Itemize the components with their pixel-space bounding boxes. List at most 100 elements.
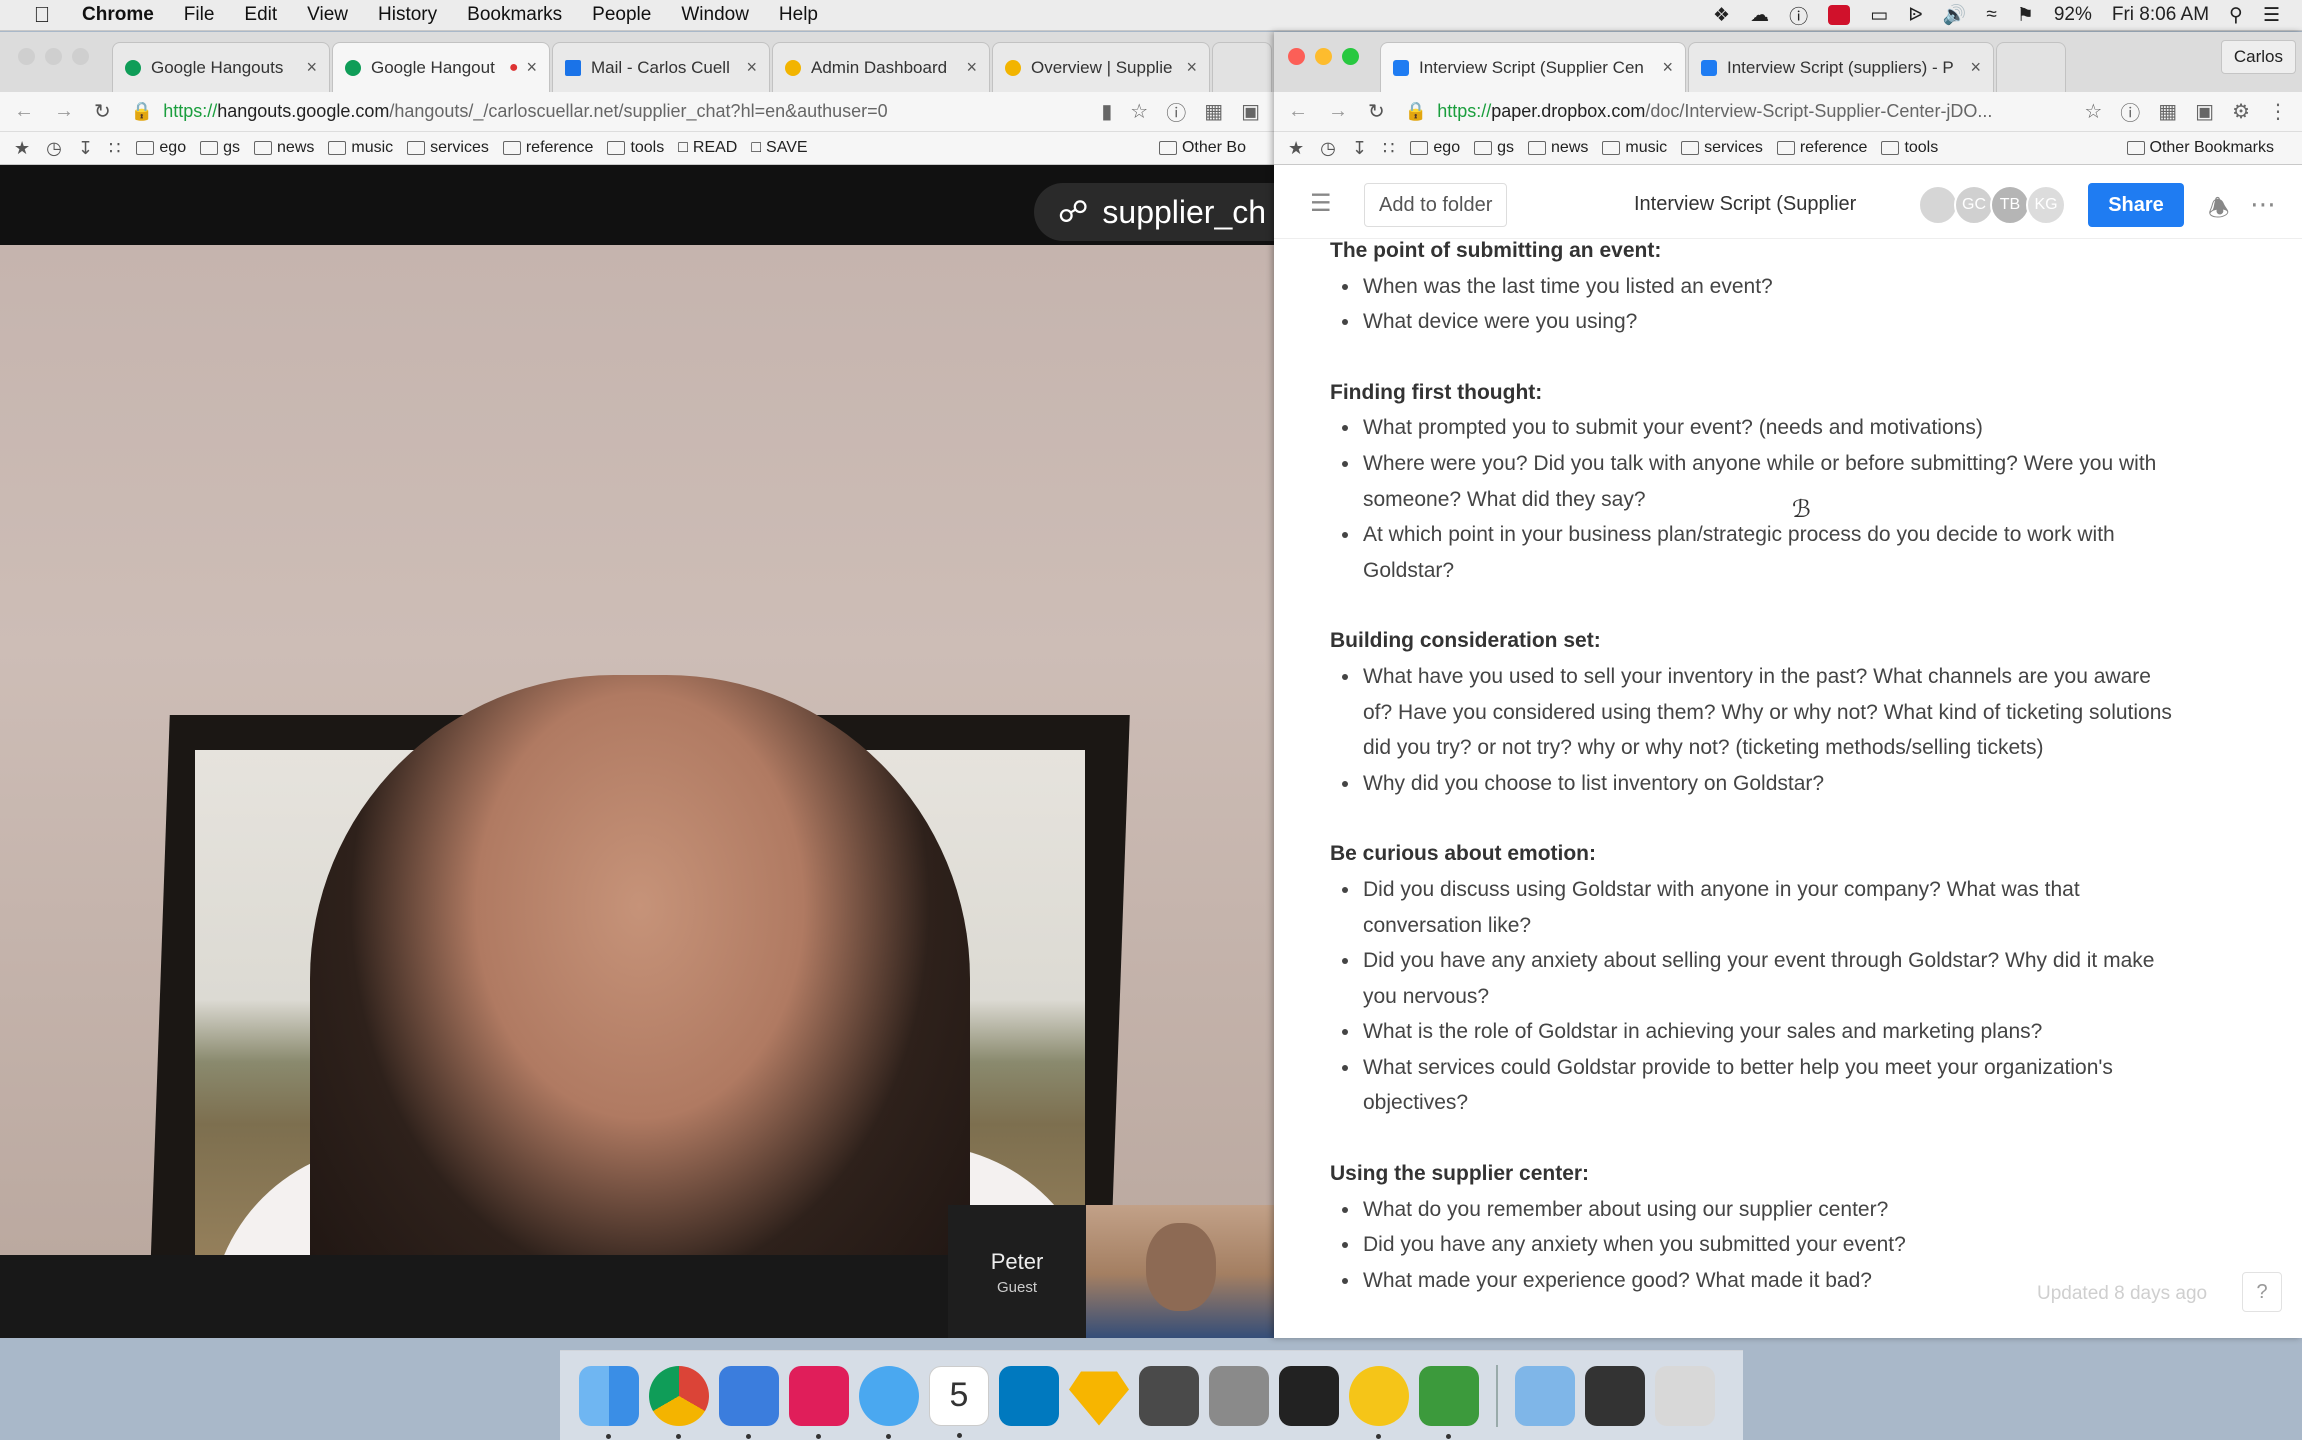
- calendar-icon[interactable]: 5: [929, 1365, 989, 1438]
- apple-icon[interactable]: : [24, 2, 60, 28]
- chat-name-pill[interactable]: ☍ supplier_ch: [1034, 183, 1274, 241]
- other-bookmarks[interactable]: Other Bookmarks: [2126, 139, 2274, 157]
- sketch-icon[interactable]: [1069, 1371, 1129, 1426]
- trello-icon[interactable]: [999, 1365, 1059, 1426]
- minimize-window-button[interactable]: [1315, 48, 1332, 65]
- bookmark-star-icon[interactable]: ★: [14, 138, 30, 159]
- more-options-icon[interactable]: ⋯: [2250, 189, 2278, 220]
- close-window-button[interactable]: [1288, 48, 1305, 65]
- extension-info-icon[interactable]: ⓘ: [1166, 97, 1186, 126]
- tab-hangouts-1[interactable]: Google Hangouts ×: [112, 42, 330, 92]
- reload-icon[interactable]: ↻: [94, 99, 111, 124]
- profile-button[interactable]: Carlos: [2220, 40, 2296, 74]
- new-tab-button[interactable]: [1996, 42, 2066, 92]
- hamburger-menu-icon[interactable]: ☰: [1310, 189, 1332, 218]
- apps-grid-icon[interactable]: ∷: [1383, 138, 1394, 159]
- flag-icon[interactable]: ⚑: [2017, 4, 2034, 27]
- screen-icon[interactable]: [1585, 1365, 1645, 1426]
- info-icon[interactable]: ⓘ: [1789, 2, 1808, 29]
- minimize-window-button[interactable]: [45, 48, 62, 65]
- bookmark-services[interactable]: services: [407, 139, 489, 157]
- avatar[interactable]: TB: [1990, 185, 2030, 225]
- notification-center-icon[interactable]: ☰: [2263, 4, 2280, 27]
- extension-info-icon[interactable]: ⓘ: [2120, 97, 2140, 126]
- new-tab-button[interactable]: [1212, 42, 1272, 92]
- bookmark-services[interactable]: services: [1681, 139, 1763, 157]
- bookmark-ego[interactable]: ego: [136, 139, 186, 157]
- trash-drawer-icon[interactable]: [1209, 1365, 1269, 1426]
- bookmark-reference[interactable]: reference: [502, 139, 593, 157]
- cloud-icon[interactable]: ☁: [1750, 4, 1769, 27]
- bookmark-news[interactable]: news: [1528, 139, 1588, 157]
- extension-shield-icon[interactable]: ▣: [1241, 99, 1260, 124]
- dropbox-status-icon[interactable]: ❖: [1713, 4, 1730, 27]
- terminal-icon[interactable]: [1279, 1365, 1339, 1426]
- back-icon[interactable]: ←: [1288, 100, 1308, 123]
- menu-file[interactable]: File: [184, 4, 215, 26]
- volume-icon[interactable]: 🔊: [1943, 3, 1967, 27]
- bell-icon[interactable]: 🕭: [2208, 191, 2229, 232]
- chrome-menu-icon[interactable]: ⋮: [2268, 99, 2288, 124]
- back-icon[interactable]: ←: [14, 100, 34, 123]
- close-tab-icon[interactable]: ×: [958, 57, 977, 78]
- menu-view[interactable]: View: [307, 4, 348, 26]
- menu-people[interactable]: People: [592, 4, 651, 26]
- settings-gear-icon[interactable]: ⚙: [2232, 99, 2250, 124]
- avatar[interactable]: KG: [2026, 185, 2066, 225]
- tab-admin-dashboard[interactable]: Admin Dashboard ×: [772, 42, 990, 92]
- history-icon[interactable]: ◷: [1320, 138, 1336, 159]
- download-icon[interactable]: ↧: [78, 138, 93, 159]
- menu-help[interactable]: Help: [779, 4, 818, 26]
- close-window-button[interactable]: [18, 48, 35, 65]
- participant-thumbnail[interactable]: Peter Guest: [948, 1205, 1274, 1338]
- clock[interactable]: Fri 8:06 AM: [2112, 4, 2209, 26]
- bookmark-star-icon[interactable]: ☆: [1130, 99, 1148, 124]
- trash-icon[interactable]: [1655, 1365, 1715, 1426]
- battery-percent[interactable]: 92%: [2054, 4, 2092, 26]
- doc-title[interactable]: Interview Script (Supplier: [1634, 193, 1856, 216]
- avatar[interactable]: GC: [1954, 185, 1994, 225]
- apps-grid-icon[interactable]: ∷: [109, 138, 120, 159]
- bookmark-tools[interactable]: tools: [607, 139, 664, 157]
- camtasia-icon[interactable]: [1419, 1365, 1479, 1439]
- menu-app[interactable]: Chrome: [82, 4, 154, 26]
- tab-overview[interactable]: Overview | Supplie ×: [992, 42, 1210, 92]
- other-bookmarks[interactable]: Other Bo: [1158, 139, 1246, 157]
- menu-bookmarks[interactable]: Bookmarks: [467, 4, 562, 26]
- close-tab-icon[interactable]: ×: [1178, 57, 1197, 78]
- close-tab-icon[interactable]: ×: [1654, 57, 1673, 78]
- close-tab-icon[interactable]: ×: [298, 57, 317, 78]
- address-bar[interactable]: 🔒 https:// paper.dropbox.com /doc/Interv…: [1405, 101, 2067, 122]
- bookmark-star-icon[interactable]: ★: [1288, 138, 1304, 159]
- extension-icon[interactable]: ▦: [1204, 99, 1223, 124]
- help-button[interactable]: ?: [2242, 1272, 2282, 1312]
- bookmark-music[interactable]: music: [328, 139, 393, 157]
- add-to-folder-button[interactable]: Add to folder: [1364, 183, 1508, 227]
- bookmark-gs[interactable]: gs: [200, 139, 240, 157]
- camera-icon[interactable]: ▮: [1101, 99, 1112, 124]
- zoom-window-button[interactable]: [72, 48, 89, 65]
- forward-icon[interactable]: →: [54, 100, 74, 123]
- sublime-icon[interactable]: [1139, 1365, 1199, 1426]
- record-icon[interactable]: [1828, 5, 1851, 25]
- tab-mail[interactable]: Mail - Carlos Cuell ×: [552, 42, 770, 92]
- bookmark-ego[interactable]: ego: [1410, 139, 1460, 157]
- document-body[interactable]: The point of submitting an event: When w…: [1274, 239, 2302, 1338]
- bookmark-reference[interactable]: reference: [1776, 139, 1867, 157]
- bookmark-save[interactable]: □ SAVE: [751, 139, 807, 157]
- spotlight-icon[interactable]: ⚲: [2229, 4, 2243, 27]
- menu-history[interactable]: History: [378, 4, 437, 26]
- tab-interview-script-supplier-center[interactable]: Interview Script (Supplier Cen ×: [1380, 42, 1686, 92]
- slack-icon[interactable]: [789, 1365, 849, 1439]
- history-icon[interactable]: ◷: [46, 138, 62, 159]
- menu-edit[interactable]: Edit: [244, 4, 277, 26]
- finder-icon[interactable]: [579, 1365, 639, 1439]
- chrome-icon[interactable]: [649, 1365, 709, 1439]
- folder-icon[interactable]: [1515, 1365, 1575, 1426]
- bookmark-gs[interactable]: gs: [1474, 139, 1514, 157]
- airmail-icon[interactable]: [719, 1365, 779, 1439]
- zoom-window-button[interactable]: [1342, 48, 1359, 65]
- bookmark-read[interactable]: □ READ: [678, 139, 737, 157]
- forward-icon[interactable]: →: [1328, 100, 1348, 123]
- close-tab-icon[interactable]: ×: [518, 57, 537, 78]
